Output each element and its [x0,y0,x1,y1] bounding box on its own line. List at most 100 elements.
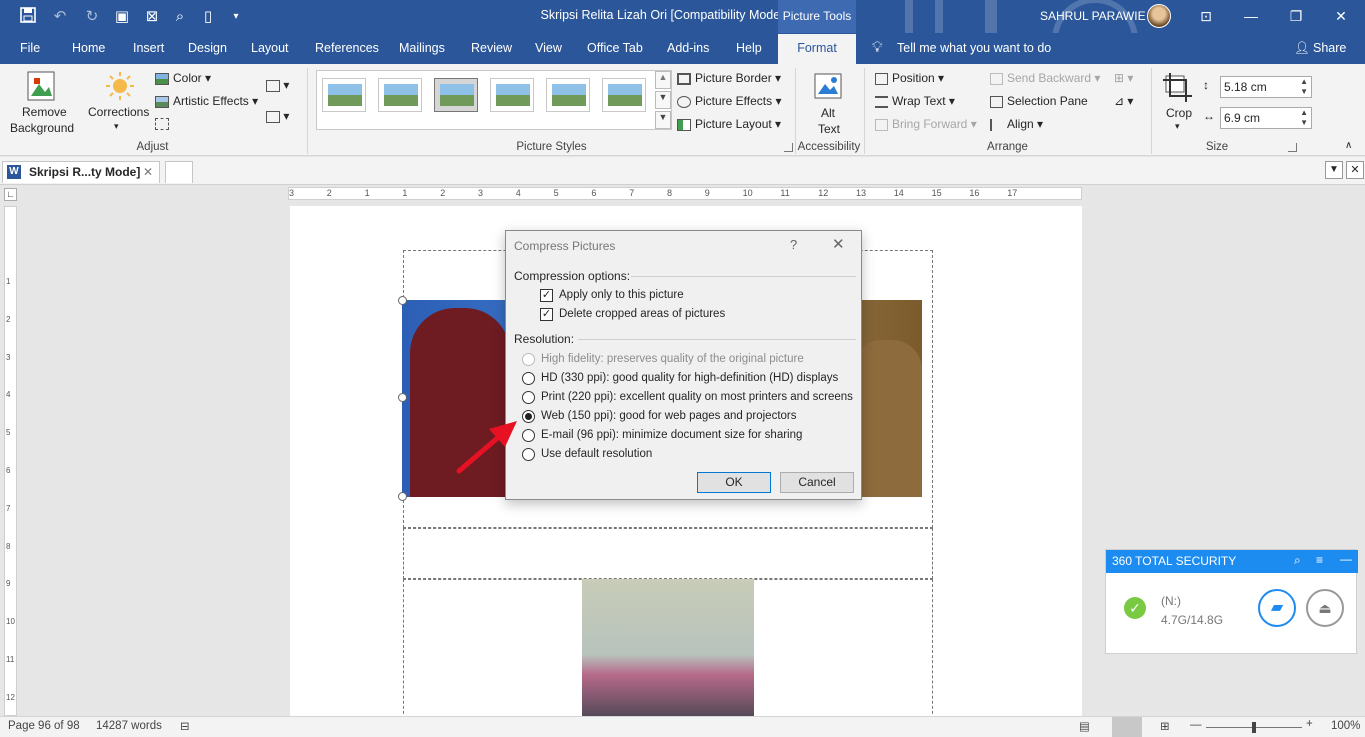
eject-icon[interactable]: ⏏︎ [1306,589,1344,627]
picture-style-3[interactable] [434,78,478,112]
close-all-tabs-icon[interactable]: ✕ [1346,161,1364,179]
restore-icon[interactable]: ❐ [1285,6,1307,26]
print-radio[interactable] [522,391,535,404]
gallery-up-icon[interactable]: ▲ [655,71,671,89]
hd-radio[interactable] [522,372,535,385]
menu-icon[interactable]: ≡ [1316,553,1323,567]
width-input[interactable]: 6.9 cm ▲ ▼ [1220,107,1312,129]
new-tab-button[interactable] [165,161,193,183]
open-folder-icon[interactable]: ▰ [1258,589,1296,627]
selection-pane-button[interactable]: Selection Pane [990,94,1088,108]
zoom-level[interactable]: 100% [1331,720,1360,732]
corrections-dropdown-icon[interactable]: ▾ [114,121,119,132]
picture-style-1[interactable] [322,78,366,112]
classroom-picture[interactable] [582,579,754,716]
gallery-more-icon[interactable]: ▼ [655,111,671,129]
picture-style-5[interactable] [546,78,590,112]
picture-style-4[interactable] [490,78,534,112]
transparency-icon[interactable] [155,116,169,130]
crop-dropdown-icon[interactable]: ▾ [1175,121,1180,132]
artistic-effects-button[interactable]: Artistic Effects ▾ [155,94,258,108]
alt-text-icon[interactable] [812,72,844,102]
print-layout-icon[interactable] [1112,717,1142,737]
minimize-popup-icon[interactable]: — [1340,552,1352,566]
bring-forward-button[interactable]: Bring Forward ▾ [875,117,977,131]
tab-design[interactable]: Design [188,41,227,55]
compress-pictures-icon[interactable]: ▾ [266,78,289,92]
apply-only-checkbox[interactable]: ✓ [540,289,553,302]
picture-style-6[interactable] [602,78,646,112]
high-fidelity-label[interactable]: High fidelity: preserves quality of the … [541,353,804,365]
vertical-ruler[interactable]: 1 2 3 4 5 6 7 8 9 10 11 12 [4,206,17,716]
crop-icon[interactable] [1162,72,1194,102]
remove-background-label-2[interactable]: Background [10,121,74,135]
tab-format[interactable]: Format [778,34,856,64]
default-resolution-label[interactable]: Use default resolution [541,448,652,460]
change-picture-icon[interactable]: ▾ [266,109,289,123]
web-layout-icon[interactable]: ⊞ [1160,719,1170,733]
help-icon[interactable]: ? [790,237,797,252]
resize-handle[interactable] [398,393,407,402]
tab-mailings[interactable]: Mailings [399,41,445,55]
collapse-ribbon-icon[interactable]: ∧ [1345,140,1352,151]
tab-review[interactable]: Review [471,41,512,55]
zoom-slider-thumb[interactable] [1252,722,1256,733]
wrap-text-button[interactable]: Wrap Text ▾ [875,94,955,108]
share-button[interactable]: Share [1313,41,1346,55]
alt-text-label-1[interactable]: Alt [821,106,835,120]
picture-layout-button[interactable]: Picture Layout ▾ [677,117,781,131]
print-label[interactable]: Print (220 ppi): excellent quality on mo… [541,391,853,403]
avatar[interactable] [1147,4,1171,28]
cancel-button[interactable]: Cancel [780,472,854,493]
tab-home[interactable]: Home [72,41,105,55]
crop-button[interactable]: Crop [1166,106,1192,120]
alt-text-label-2[interactable]: Text [818,122,840,136]
height-input[interactable]: 5.18 cm ▲ ▼ [1220,76,1312,98]
horizontal-ruler[interactable]: 3 2 1 1 2 3 4 5 6 7 8 9 10 11 12 13 14 15 16 17 [288,187,1082,200]
tell-me-search[interactable]: Tell me what you want to do [897,41,1051,55]
close-window-icon[interactable]: ✕ [1330,6,1352,26]
align-button[interactable]: Align ▾ [990,117,1043,131]
tabs-dropdown-icon[interactable]: ▼ [1325,161,1343,179]
resize-handle[interactable] [398,492,407,501]
close-icon[interactable]: ✕ [832,235,845,253]
user-name[interactable]: SAHRUL PARAWIE [1040,9,1146,23]
picture-border-button[interactable]: Picture Border ▾ [677,71,781,85]
tab-insert[interactable]: Insert [133,41,164,55]
search-icon[interactable]: ⌕ [1294,553,1301,568]
delete-cropped-label[interactable]: Delete cropped areas of pictures [559,308,725,320]
position-button[interactable]: Position ▾ [875,71,944,85]
corrections-button[interactable]: Corrections [88,105,149,119]
proofing-icon[interactable]: ⊟ [180,719,190,733]
rotate-icon[interactable]: ⊿ ▾ [1114,94,1133,108]
ok-button[interactable]: OK [697,472,771,493]
color-button[interactable]: Color ▾ [155,71,211,85]
picture-styles-launcher-icon[interactable] [784,143,793,152]
gallery-down-icon[interactable]: ▼ [655,91,671,109]
page-count[interactable]: Page 96 of 98 [8,720,80,732]
height-spinner-icon[interactable]: ▲ ▼ [1300,77,1308,97]
send-backward-button[interactable]: Send Backward ▾ [990,71,1100,85]
tab-file[interactable]: File [20,41,40,55]
corrections-icon[interactable] [104,70,136,102]
ribbon-display-options-icon[interactable]: ⊡ [1195,6,1217,26]
group-objects-icon[interactable]: ⊞ ▾ [1114,71,1133,85]
resize-handle[interactable] [398,296,407,305]
tab-layout[interactable]: Layout [251,41,289,55]
word-count[interactable]: 14287 words [96,720,162,732]
size-launcher-icon[interactable] [1288,143,1297,152]
tab-references[interactable]: References [315,41,379,55]
high-fidelity-radio[interactable] [522,353,535,366]
minimize-icon[interactable]: — [1240,6,1262,26]
tab-help[interactable]: Help [736,41,762,55]
width-spinner-icon[interactable]: ▲ ▼ [1300,108,1308,128]
zoom-out-icon[interactable]: — [1190,719,1202,731]
remove-background-icon[interactable] [22,70,62,104]
picture-style-2[interactable] [378,78,422,112]
tab-add-ins[interactable]: Add-ins [667,41,709,55]
close-tab-icon[interactable]: ✕ [143,165,153,179]
tab-view[interactable]: View [535,41,562,55]
remove-background-label-1[interactable]: Remove [22,105,67,119]
web-label[interactable]: Web (150 ppi): good for web pages and pr… [541,410,797,422]
delete-cropped-checkbox[interactable]: ✓ [540,308,553,321]
